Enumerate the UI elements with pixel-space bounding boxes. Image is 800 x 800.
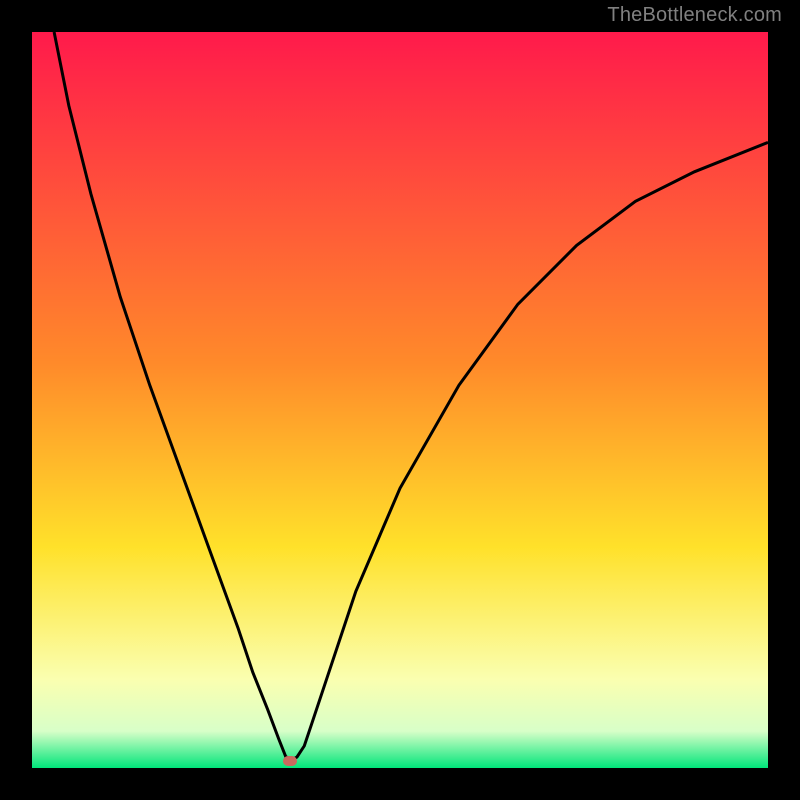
chart-canvas: [32, 32, 768, 768]
gradient-background: [32, 32, 768, 768]
plot-frame: [32, 32, 768, 768]
watermark-text: TheBottleneck.com: [607, 4, 782, 27]
optimum-marker: [283, 756, 297, 766]
